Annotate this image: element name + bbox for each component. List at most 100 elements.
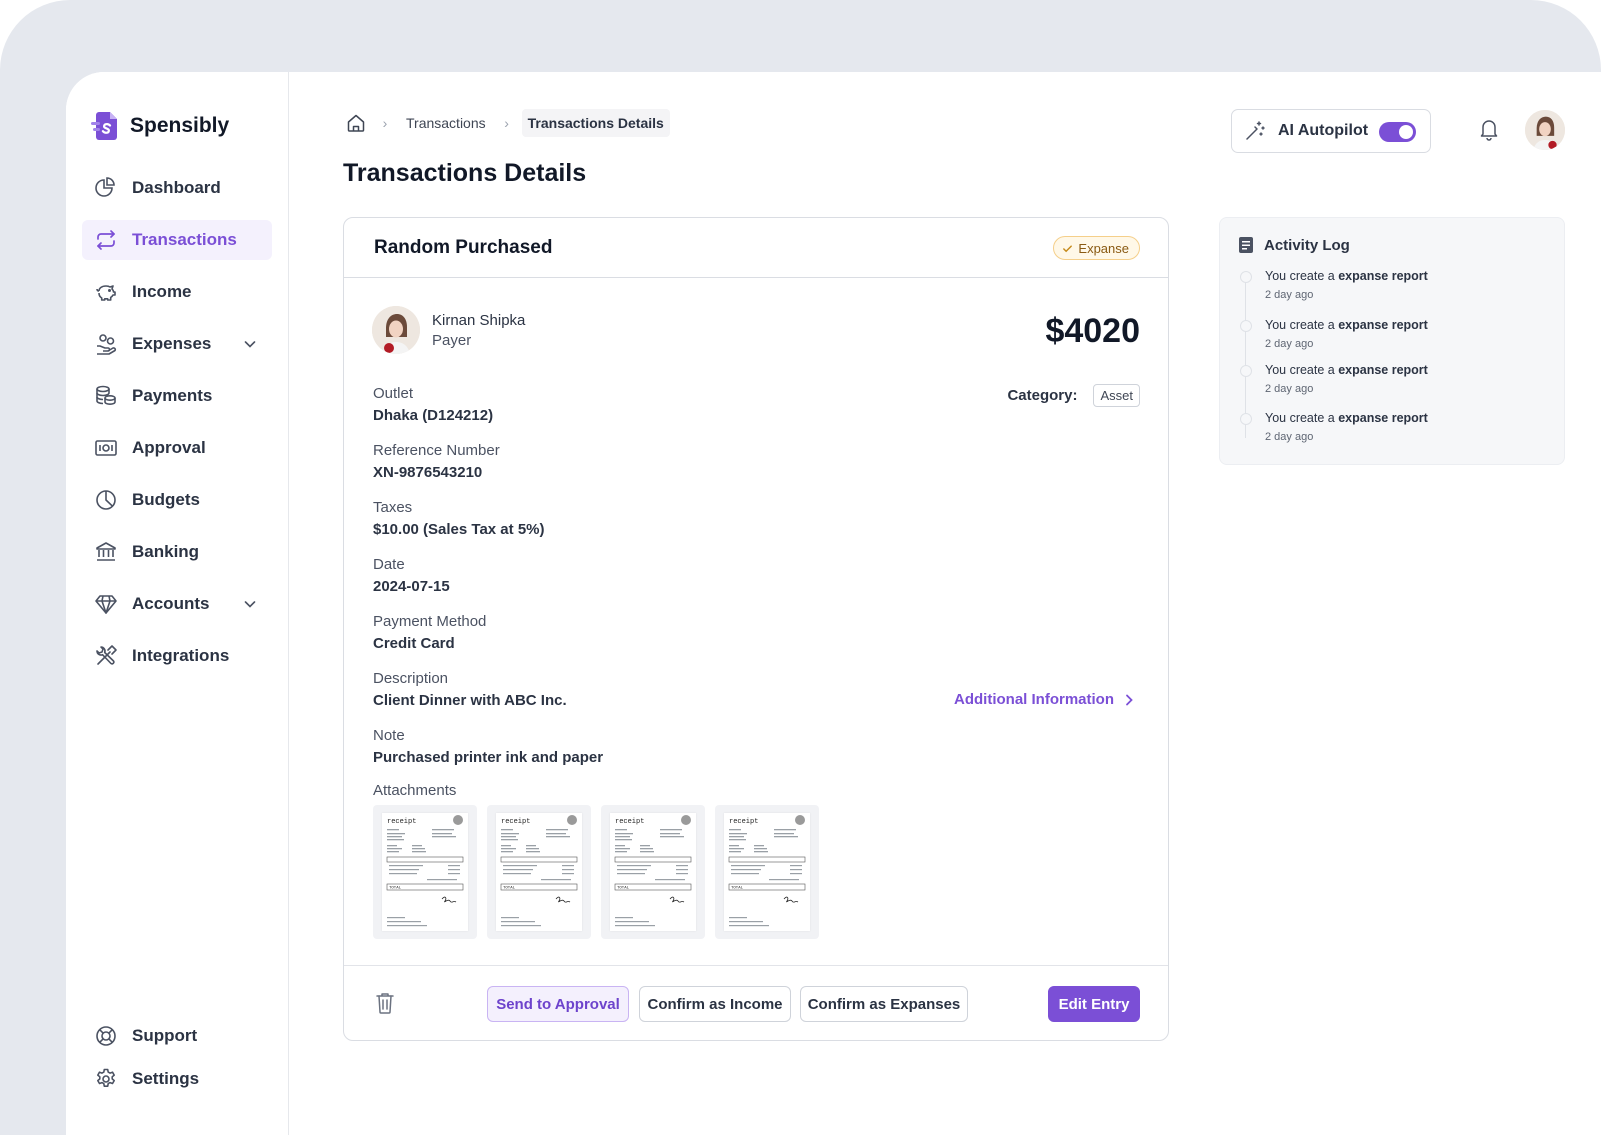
receipt-preview: receipt TOTAL [382, 813, 468, 931]
field-note: Note Purchased printer ink and paper [373, 727, 603, 784]
breadcrumb-transactions[interactable]: Transactions [400, 109, 492, 137]
field-label: Note [373, 727, 405, 744]
arrows-exchange-icon [94, 228, 118, 252]
sidebar-item-label: Expenses [132, 334, 212, 353]
confirm-as-expanses-button[interactable]: Confirm as Expanses [800, 986, 968, 1022]
field-outlet: Outlet Dhaka (D124212) [373, 385, 603, 442]
sidebar-item-label: Integrations [132, 646, 230, 665]
card-header: Random Purchased Expanse [344, 218, 1168, 278]
send-to-approval-button[interactable]: Send to Approval [487, 986, 629, 1022]
attachment-thumbnail[interactable]: receipt TOTAL [715, 805, 819, 939]
app-name: Spensibly [130, 114, 230, 137]
transaction-fields: Outlet Dhaka (D124212) Reference Number … [373, 385, 603, 784]
transaction-amount: $4020 [1045, 312, 1140, 350]
receipt-preview: receipt TOTAL [496, 813, 582, 931]
document-icon [1239, 237, 1253, 253]
field-date: Date 2024-07-15 [373, 556, 603, 613]
activity-log: Activity Log You create a expanse report… [1219, 217, 1565, 465]
sidebar-item-transactions[interactable]: Transactions [82, 220, 272, 260]
bottom-nav: Support Settings [82, 1016, 272, 1102]
additional-information-label: Additional Information [954, 691, 1114, 708]
category: Category: Asset [1007, 384, 1140, 407]
ai-autopilot-toggle[interactable]: AI Autopilot [1231, 109, 1431, 153]
logo[interactable]: Spensibly [90, 110, 229, 142]
chevron-right-icon: › [504, 115, 509, 131]
activity-time: 2 day ago [1265, 338, 1314, 350]
field-label: Reference Number [373, 442, 500, 459]
home-icon[interactable] [342, 108, 370, 138]
edit-entry-button[interactable]: Edit Entry [1048, 986, 1140, 1022]
main-content: › Transactions › Transactions Details Tr… [290, 72, 1601, 1135]
field-value: Credit Card [373, 635, 455, 652]
sidebar-item-expenses[interactable]: Expenses [82, 324, 272, 364]
hand-coins-icon [94, 332, 118, 356]
trash-icon[interactable] [374, 991, 396, 1015]
sidebar-item-label: Support [132, 1026, 198, 1045]
attachments-list: receipt TOTAL receipt TOTAL receipt TOTA… [373, 805, 819, 939]
activity-item: You create a expanse report 2 day ago [1240, 363, 1428, 395]
sidebar-item-label: Budgets [132, 490, 200, 509]
sidebar-item-payments[interactable]: Payments [82, 376, 272, 416]
transaction-card: Random Purchased Expanse Kirnan Shipka P… [343, 217, 1169, 1041]
sidebar-item-label: Approval [132, 438, 206, 457]
check-icon [1063, 244, 1073, 252]
sidebar-item-integrations[interactable]: Integrations [82, 636, 272, 676]
tools-icon [94, 644, 118, 668]
autopilot-label: AI Autopilot [1278, 122, 1369, 139]
receipt-total-label: TOTAL [731, 887, 744, 891]
chevron-right-icon: › [382, 115, 388, 131]
chevron-down-icon[interactable] [242, 336, 258, 352]
field-value: Purchased printer ink and paper [373, 749, 604, 766]
attachments-label: Attachments [373, 782, 457, 799]
chevron-down-icon[interactable] [242, 596, 258, 612]
receipt-title: receipt [387, 818, 416, 826]
sidebar-item-dashboard[interactable]: Dashboard [82, 168, 272, 208]
activity-item: You create a expanse report 2 day ago [1240, 411, 1428, 443]
field-label: Payment Method [373, 613, 487, 630]
sidebar-item-budgets[interactable]: Budgets [82, 480, 272, 520]
sidebar-item-label: Payments [132, 386, 213, 405]
attachment-thumbnail[interactable]: receipt TOTAL [373, 805, 477, 939]
receipt-title: receipt [615, 818, 644, 826]
bank-icon [94, 540, 118, 564]
field-label: Outlet [373, 385, 414, 402]
sidebar-item-banking[interactable]: Banking [82, 532, 272, 572]
activity-time: 2 day ago [1265, 289, 1314, 301]
field-description: Description Client Dinner with ABC Inc. [373, 670, 603, 727]
main-nav: Dashboard Transactions Income Expenses P… [82, 168, 272, 688]
attachment-thumbnail[interactable]: receipt TOTAL [601, 805, 705, 939]
chevron-right-icon [1126, 694, 1133, 705]
sidebar-item-support[interactable]: Support [82, 1016, 272, 1056]
payer-name: Kirnan Shipka [432, 311, 526, 329]
receipt-total-label: TOTAL [389, 887, 402, 891]
lifebuoy-icon [94, 1024, 118, 1048]
pie-chart-icon [94, 176, 118, 200]
field-label: Date [373, 556, 405, 573]
sidebar-item-label: Income [132, 282, 192, 301]
attachment-thumbnail[interactable]: receipt TOTAL [487, 805, 591, 939]
sidebar-item-accounts[interactable]: Accounts [82, 584, 272, 624]
logo-mark-icon [91, 112, 117, 140]
coins-stack-icon [94, 384, 118, 408]
badge-label: Expanse [1078, 240, 1129, 256]
switch-knob [1399, 125, 1413, 139]
additional-information-link[interactable]: Additional Information [954, 691, 1136, 708]
bell-icon[interactable] [1478, 117, 1500, 141]
transaction-title: Random Purchased [374, 237, 553, 258]
confirm-as-income-button[interactable]: Confirm as Income [639, 986, 791, 1022]
sidebar-item-settings[interactable]: Settings [82, 1059, 272, 1099]
activity-text: You create a expanse report [1265, 318, 1428, 332]
field-value: 2024-07-15 [373, 578, 450, 595]
receipt-title: receipt [501, 818, 530, 826]
activity-log-header: Activity Log [1238, 236, 1350, 254]
category-label: Category: [1007, 387, 1078, 404]
receipt-total-label: TOTAL [617, 887, 630, 891]
receipt-preview: receipt TOTAL [724, 813, 810, 931]
activity-log-title: Activity Log [1264, 236, 1350, 254]
app-window: Spensibly Dashboard Transactions Income … [66, 72, 1601, 1135]
receipt-total-label: TOTAL [503, 887, 516, 891]
sidebar-item-income[interactable]: Income [82, 272, 272, 312]
user-avatar[interactable] [1525, 110, 1565, 150]
sidebar-item-approval[interactable]: Approval [82, 428, 272, 468]
autopilot-switch[interactable] [1379, 122, 1416, 142]
